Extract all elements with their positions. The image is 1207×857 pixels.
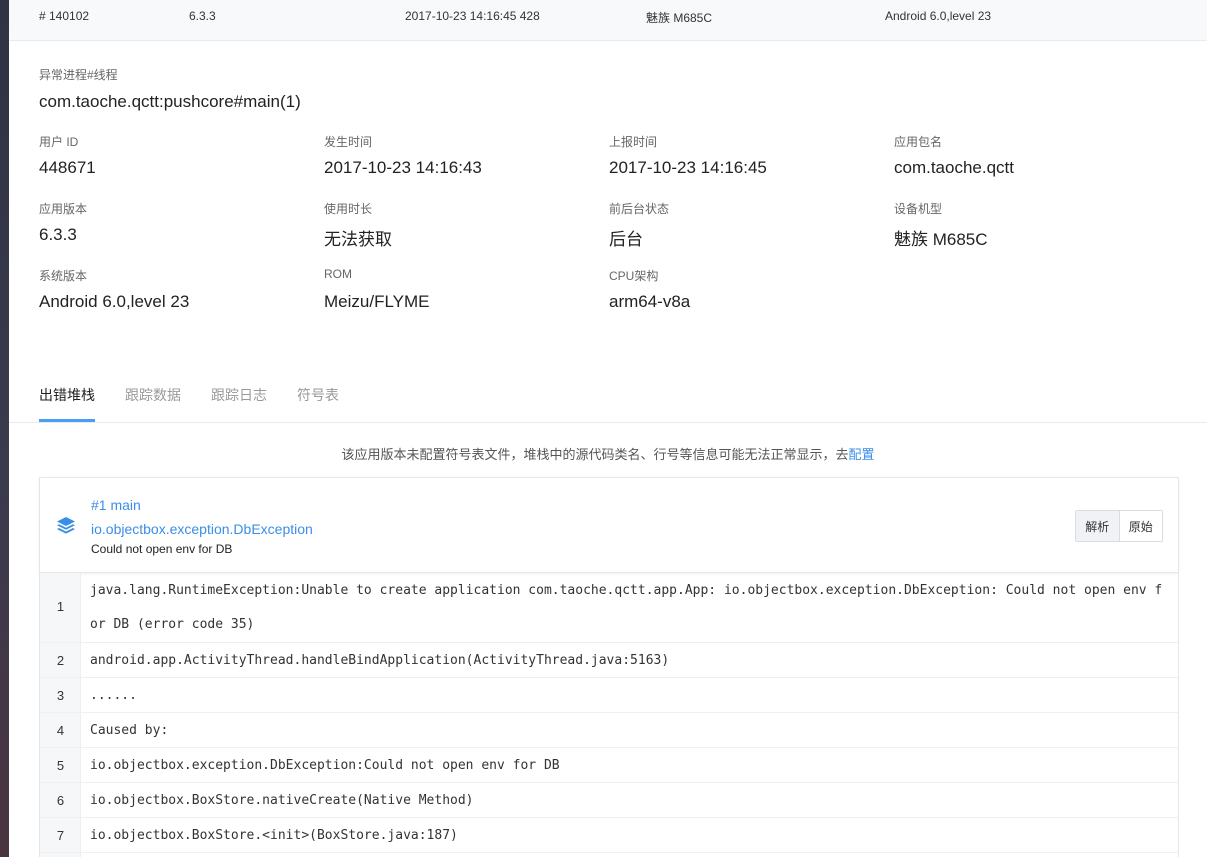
tab-error-stack[interactable]: 出错堆栈 [39,385,95,405]
stack-trace: 1 java.lang.RuntimeException:Unable to c… [39,573,1179,857]
code-line: 5 io.objectbox.exception.DbException:Cou… [40,748,1178,783]
line-number: 6 [56,793,65,808]
exception-name[interactable]: io.objectbox.exception.DbException [91,521,313,537]
detail-value-rom: Meizu/FLYME [324,292,430,311]
line-number: 3 [56,688,65,703]
code-line: 2 android.app.ActivityThread.handleBindA… [40,643,1178,678]
detail-value-device-model: 魅族 M685C [894,230,988,249]
detail-label-app-version: 应用版本 [39,202,88,216]
detail-label-rom: ROM [324,267,352,281]
symbol-notice-text: 该应用版本未配置符号表文件，堆栈中的源代码类名、行号等信息可能无法正常显示，去 [341,447,849,462]
detail-label-user-id: 用户 ID [39,135,79,149]
layers-icon [57,517,75,534]
detail-value-package: com.taoche.qctt [894,158,1015,177]
crash-id: # 140102 [39,9,90,23]
raw-button[interactable]: 原始 [1118,511,1162,541]
process-label: 异常进程#线程 [39,68,118,82]
code-line: 7 io.objectbox.BoxStore.<init>(BoxStore.… [40,818,1178,853]
detail-value-usage-duration: 无法获取 [324,230,392,249]
detail-label-device-model: 设备机型 [894,202,943,216]
line-number: 5 [56,758,65,773]
line-number: 7 [56,828,65,843]
line-number: 1 [56,599,65,614]
symbol-notice: 该应用版本未配置符号表文件，堆栈中的源代码类名、行号等信息可能无法正常显示，去配… [9,444,1207,463]
detail-value-cpu-arch: arm64-v8a [609,292,691,311]
detail-value-report-time: 2017-10-23 14:16:45 [609,158,767,177]
sidebar-edge [0,0,9,857]
code-text: Caused by: [90,723,169,738]
detail-label-report-time: 上报时间 [609,135,658,149]
detail-value-os-version: Android 6.0,level 23 [39,292,190,311]
crash-device: 魅族 M685C [646,11,713,25]
line-number: 2 [56,653,65,668]
detail-label-fg-bg-state: 前后台状态 [609,202,670,216]
line-number: 4 [56,723,65,738]
configure-link[interactable]: 配置 [849,447,875,462]
detail-label-package: 应用包名 [894,135,943,149]
parsed-button[interactable]: 解析 [1076,511,1119,541]
code-text: or DB (error code 35) [90,617,255,632]
process-value: com.taoche.qctt:pushcore#main(1) [39,92,301,111]
tab-trace-data[interactable]: 跟踪数据 [125,385,181,405]
tab-trace-log[interactable]: 跟踪日志 [211,385,267,405]
crash-time: 2017-10-23 14:16:45 428 [405,9,540,23]
tab-symbol-table[interactable]: 符号表 [297,385,339,405]
detail-value-app-version: 6.3.3 [39,225,77,244]
code-text: ...... [90,688,137,703]
crash-os: Android 6.0,level 23 [885,9,992,23]
code-line: 6 io.objectbox.BoxStore.nativeCreate(Nat… [40,783,1178,818]
detail-label-os-version: 系统版本 [39,269,88,283]
thread-name[interactable]: #1 main [91,497,141,513]
code-line: 4 Caused by: [40,713,1178,748]
exception-message: Could not open env for DB [91,542,233,556]
detail-label-occur-time: 发生时间 [324,135,373,149]
detail-tabs: 出错堆栈 跟踪数据 跟踪日志 符号表 [9,372,1207,423]
crash-summary-row[interactable]: # 140102 6.3.3 2017-10-23 14:16:45 428 魅… [9,0,1207,41]
code-line: 3 ...... [40,678,1178,713]
code-text: java.lang.RuntimeException:Unable to cre… [90,583,1163,598]
code-line: 1 java.lang.RuntimeException:Unable to c… [40,573,1178,643]
crash-detail-page: # 140102 6.3.3 2017-10-23 14:16:45 428 魅… [9,0,1207,857]
detail-label-usage-duration: 使用时长 [324,202,373,216]
active-tab-indicator [39,419,95,422]
detail-value-fg-bg-state: 后台 [609,230,643,249]
code-text: android.app.ActivityThread.handleBindApp… [90,653,670,668]
code-text: io.objectbox.BoxStore.<init>(BoxStore.ja… [90,828,458,843]
detail-value-user-id: 448671 [39,158,96,177]
view-mode-toggle: 解析 原始 [1075,510,1163,542]
crash-app-version: 6.3.3 [189,9,216,23]
detail-label-cpu-arch: CPU架构 [609,269,659,283]
code-text: io.objectbox.BoxStore.nativeCreate(Nativ… [90,793,474,808]
detail-value-occur-time: 2017-10-23 14:16:43 [324,158,482,177]
stack-header-card: #1 main io.objectbox.exception.DbExcepti… [39,477,1179,573]
code-text: io.objectbox.exception.DbException:Could… [90,758,560,773]
